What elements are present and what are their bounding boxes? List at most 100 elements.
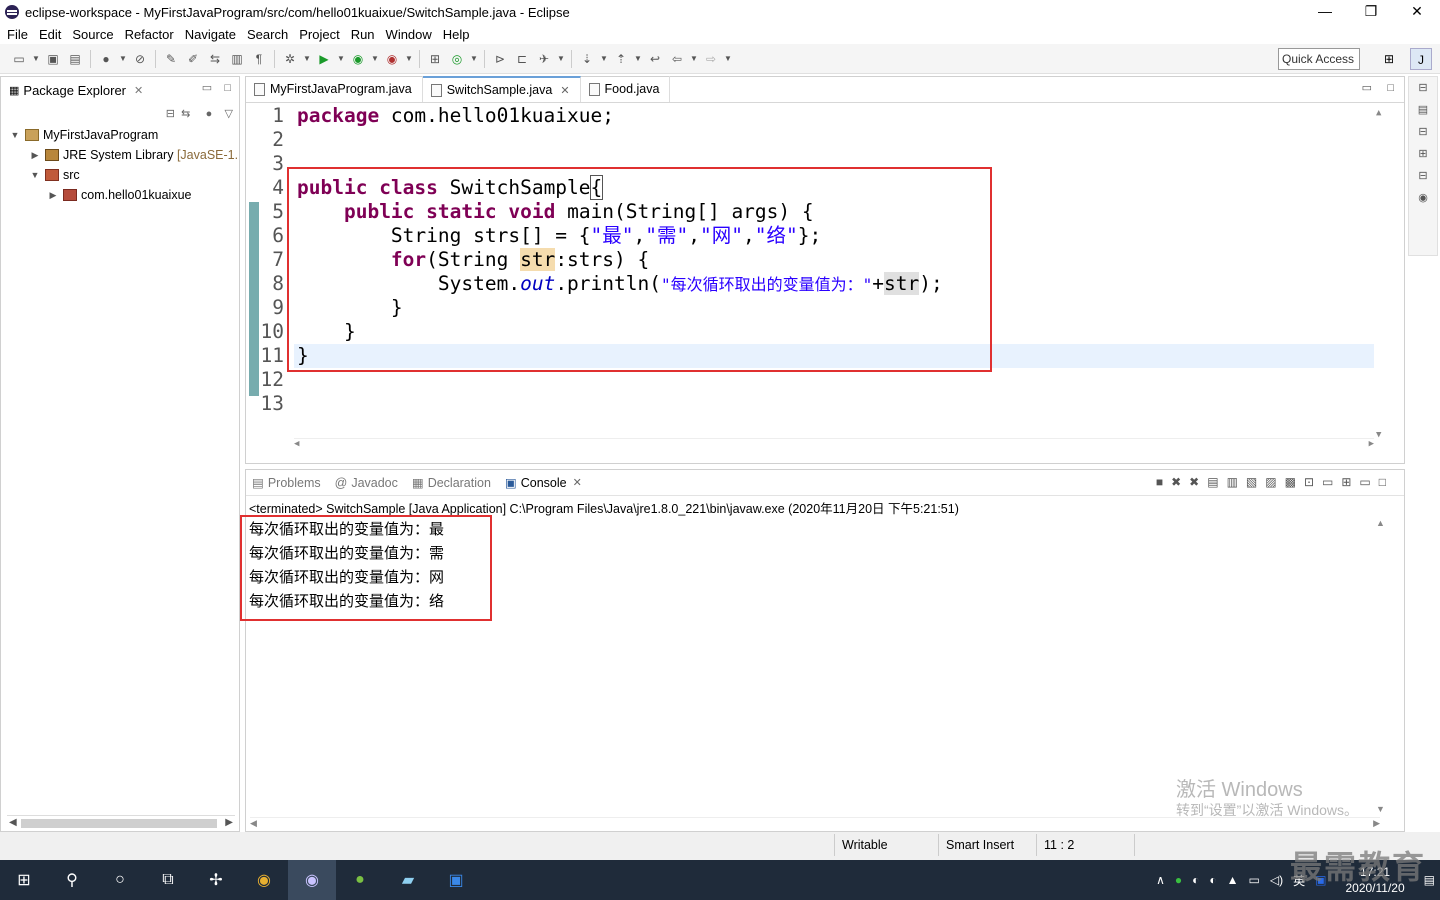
remove-all-icon[interactable]: ✖ [1189, 475, 1207, 489]
toggle-mark-icon[interactable]: ✐ [184, 51, 202, 67]
dropdown-icon[interactable]: ▼ [337, 51, 345, 67]
menu-refactor[interactable]: Refactor [125, 27, 174, 42]
new-icon[interactable]: ▭ [10, 51, 28, 67]
scroll-left-icon[interactable]: ◀ [250, 818, 257, 829]
cortana-icon[interactable]: ○ [96, 860, 144, 900]
menu-search[interactable]: Search [247, 27, 288, 42]
show-on-error-icon[interactable]: ▩ [1285, 475, 1304, 489]
menu-source[interactable]: Source [72, 27, 113, 42]
volume-icon[interactable]: ◁) [1270, 873, 1283, 887]
tray-overflow-icon[interactable]: ∧ [1156, 873, 1165, 887]
restore-icon[interactable]: ⊟ [1409, 165, 1437, 187]
start-button[interactable]: ⊞ [0, 860, 48, 900]
notepad-icon[interactable]: ▰ [384, 860, 432, 900]
code-line-13[interactable] [294, 392, 1374, 416]
code-editor[interactable]: 1 2 3 4 5 6 7 8 9 10 11 12 13 package co… [246, 104, 1404, 452]
dropdown-icon[interactable]: ▼ [303, 51, 311, 67]
chevron-right-icon[interactable]: ▶ [29, 150, 41, 161]
new-dropdown-icon[interactable]: ▼ [32, 51, 40, 67]
chevron-down-icon[interactable]: ▼ [29, 170, 41, 180]
qq-icon[interactable]: ◐ [1192, 873, 1199, 887]
chevron-down-icon[interactable]: ▼ [9, 130, 21, 140]
tab-javadoc[interactable]: @ Javadoc [329, 476, 406, 490]
last-edit-icon[interactable]: ↩ [646, 51, 664, 67]
close-tab-icon[interactable]: ✕ [560, 84, 569, 97]
tab-declaration[interactable]: ▦ Declaration [406, 475, 499, 491]
code-line-2[interactable] [294, 128, 1374, 152]
external-tools-icon[interactable]: ◉ [383, 51, 401, 67]
menu-window[interactable]: Window [386, 27, 432, 42]
display-console-icon[interactable]: ▭ [1322, 475, 1341, 489]
package-explorer-title[interactable]: Package Explorer [23, 83, 126, 98]
back-icon[interactable]: ⇦ [668, 51, 686, 67]
pinwheel-app-icon[interactable]: ✢ [192, 860, 240, 900]
scroll-up-icon[interactable]: ▲ [1376, 108, 1381, 118]
minimize-view-icon[interactable]: ▭ [202, 82, 212, 94]
outline-icon[interactable]: ⊞ [1409, 143, 1437, 165]
view-menu-icon[interactable]: ▽ [225, 108, 233, 120]
tree-item-src[interactable]: ▼ src [1, 165, 239, 185]
horizontal-scrollbar[interactable]: ◀ ▶ [250, 817, 1380, 829]
restore-icon[interactable]: ⊟ [1409, 77, 1437, 99]
remove-launch-icon[interactable]: ✖ [1171, 475, 1189, 489]
scroll-left-icon[interactable]: ◀ [9, 817, 17, 828]
vertical-scrollbar[interactable]: ▲ ▼ [1376, 518, 1390, 814]
qq-icon[interactable]: ◐ [1209, 873, 1216, 887]
task-view-icon[interactable]: ⧉ [144, 860, 192, 900]
chrome-icon[interactable]: ◉ [240, 860, 288, 900]
show-on-output-icon[interactable]: ▨ [1265, 475, 1284, 489]
notification-bell-icon[interactable]: ▲ [1227, 873, 1239, 887]
tree-item-jre[interactable]: ▶ JRE System Library [JavaSE-1. [1, 145, 239, 165]
open-type-icon[interactable]: ✎ [162, 51, 180, 67]
scroll-left-icon[interactable]: ◀ [294, 439, 299, 449]
menu-help[interactable]: Help [443, 27, 470, 42]
scroll-right-icon[interactable]: ▶ [1373, 818, 1380, 829]
minimize-editor-icon[interactable]: ▭ [1362, 82, 1372, 94]
horizontal-scrollbar[interactable]: ◀ ▶ [7, 815, 235, 829]
block-select-icon[interactable]: ▥ [228, 51, 246, 67]
vertical-scrollbar[interactable]: ▲ ▼ [1376, 108, 1390, 440]
next-annotation-icon[interactable]: ⇣ [578, 51, 596, 67]
maximize-view-icon[interactable]: □ [224, 82, 231, 94]
search-icon[interactable]: ✈ [535, 51, 553, 67]
close-view-icon[interactable]: ✕ [134, 84, 143, 97]
menu-project[interactable]: Project [299, 27, 339, 42]
scroll-down-icon[interactable]: ▼ [1376, 430, 1381, 440]
dropdown-icon[interactable]: ▼ [600, 51, 608, 67]
java-perspective-icon[interactable]: J [1410, 48, 1432, 70]
restore-icon[interactable]: ⊟ [1409, 121, 1437, 143]
network-icon[interactable]: ▭ [1249, 873, 1260, 887]
open-type-hierarchy-icon[interactable]: ⊳ [491, 51, 509, 67]
clear-console-icon[interactable]: ▤ [1207, 475, 1226, 489]
dropdown-icon[interactable]: ▼ [119, 51, 127, 67]
prev-annotation-icon[interactable]: ⇡ [612, 51, 630, 67]
dropdown-icon[interactable]: ▼ [724, 51, 732, 67]
close-tab-icon[interactable]: ✕ [573, 476, 582, 489]
open-folder-icon[interactable]: ⊏ [513, 51, 531, 67]
eclipse-taskbar-icon[interactable]: ◉ [288, 860, 336, 900]
debug-perspective-icon[interactable]: ● [97, 51, 115, 67]
menu-run[interactable]: Run [351, 27, 375, 42]
menu-file[interactable]: File [7, 27, 28, 42]
link-icon[interactable]: ⇆ [206, 51, 224, 67]
show-whitespace-icon[interactable]: ¶ [250, 51, 268, 67]
minimize-view-icon[interactable]: ▭ [1359, 475, 1378, 489]
connect-mylyn-icon[interactable]: ◉ [1409, 187, 1437, 209]
task-list-icon[interactable]: ▤ [1409, 99, 1437, 121]
maximize-view-icon[interactable]: □ [1379, 475, 1394, 489]
skip-breakpoints-icon[interactable]: ⊘ [131, 51, 149, 67]
maximize-button[interactable]: ❐ [1348, 0, 1394, 24]
coverage-icon[interactable]: ◉ [349, 51, 367, 67]
minimize-button[interactable]: — [1302, 0, 1348, 24]
dropdown-icon[interactable]: ▼ [470, 51, 478, 67]
scroll-down-icon[interactable]: ▼ [1376, 804, 1385, 814]
dropdown-icon[interactable]: ▼ [557, 51, 565, 67]
green-app-icon[interactable]: ● [336, 860, 384, 900]
dropdown-icon[interactable]: ▼ [405, 51, 413, 67]
tree-item-package[interactable]: ▶ com.hello01kuaixue [1, 185, 239, 205]
pin-console-icon[interactable]: ⊡ [1304, 475, 1322, 489]
code-line-1[interactable]: package com.hello01kuaixue; [294, 104, 1374, 128]
quick-access-input[interactable]: Quick Access [1278, 48, 1360, 70]
save-icon[interactable]: ▣ [44, 51, 62, 67]
tab-console[interactable]: ▣ Console ✕ [498, 475, 590, 490]
